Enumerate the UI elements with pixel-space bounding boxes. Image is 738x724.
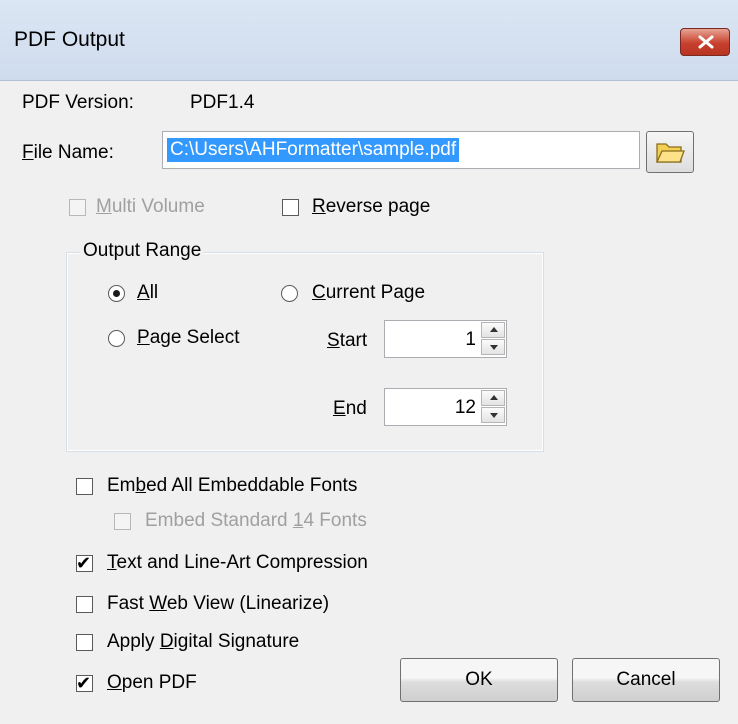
all-radio[interactable] — [108, 285, 125, 302]
check-icon: ✔ — [76, 553, 92, 573]
close-button[interactable] — [680, 28, 730, 56]
compression-checkbox[interactable]: ✔ — [76, 553, 93, 573]
page-select-label: Page Select — [137, 327, 240, 348]
digital-signature-label: Apply Digital Signature — [107, 631, 300, 652]
current-page-label: Current Page — [312, 282, 426, 303]
end-up-arrow[interactable] — [481, 390, 505, 406]
end-label: End — [333, 398, 367, 419]
fast-web-view-label: Fast Web View (Linearize) — [107, 593, 330, 614]
all-label: All — [137, 282, 159, 303]
open-pdf-checkbox[interactable]: ✔ — [76, 673, 93, 693]
multi-volume-label: Multi Volume — [96, 196, 205, 217]
radio-dot — [113, 290, 120, 297]
end-down-arrow[interactable] — [481, 407, 505, 423]
file-name-input[interactable]: C:\Users\AHFormatter\sample.pdf — [162, 131, 640, 169]
digital-signature-checkbox[interactable] — [76, 634, 93, 651]
compression-label: Text and Line-Art Compression — [107, 552, 368, 573]
end-value: 12 — [454, 397, 476, 418]
start-up-arrow[interactable] — [481, 322, 505, 338]
embed-standard-fonts-checkbox[interactable] — [114, 513, 131, 530]
start-value: 1 — [465, 329, 476, 350]
end-spinner[interactable]: 12 — [384, 388, 507, 426]
reverse-page-label: Reverse page — [312, 196, 431, 217]
check-icon: ✔ — [76, 673, 92, 693]
pdf-version-value: PDF1.4 — [190, 92, 255, 113]
embed-all-fonts-checkbox[interactable] — [76, 478, 93, 495]
current-page-radio[interactable] — [281, 285, 298, 302]
file-name-label: File Name: — [22, 142, 114, 163]
embed-all-fonts-label: Embed All Embeddable Fonts — [107, 475, 358, 496]
start-label: Start — [327, 330, 368, 351]
cancel-button[interactable]: Cancel — [572, 658, 720, 702]
fast-web-view-checkbox[interactable] — [76, 596, 93, 613]
embed-standard-fonts-label: Embed Standard 14 Fonts — [145, 510, 367, 531]
open-pdf-label: Open PDF — [107, 672, 197, 693]
output-range-legend: Output Range — [80, 240, 205, 262]
title-bar: PDF Output — [0, 0, 738, 81]
reverse-page-checkbox[interactable] — [282, 199, 299, 216]
pdf-version-label: PDF Version: — [22, 92, 134, 113]
start-spinner[interactable]: 1 — [384, 320, 507, 358]
window-title: PDF Output — [14, 28, 125, 51]
start-down-arrow[interactable] — [481, 339, 505, 355]
ok-button[interactable]: OK — [400, 658, 558, 702]
close-icon — [698, 35, 714, 49]
multi-volume-checkbox[interactable] — [69, 199, 86, 216]
file-name-value: C:\Users\AHFormatter\sample.pdf — [167, 138, 460, 162]
browse-button[interactable] — [646, 131, 694, 173]
page-select-radio[interactable] — [108, 330, 125, 347]
folder-icon — [655, 143, 685, 163]
